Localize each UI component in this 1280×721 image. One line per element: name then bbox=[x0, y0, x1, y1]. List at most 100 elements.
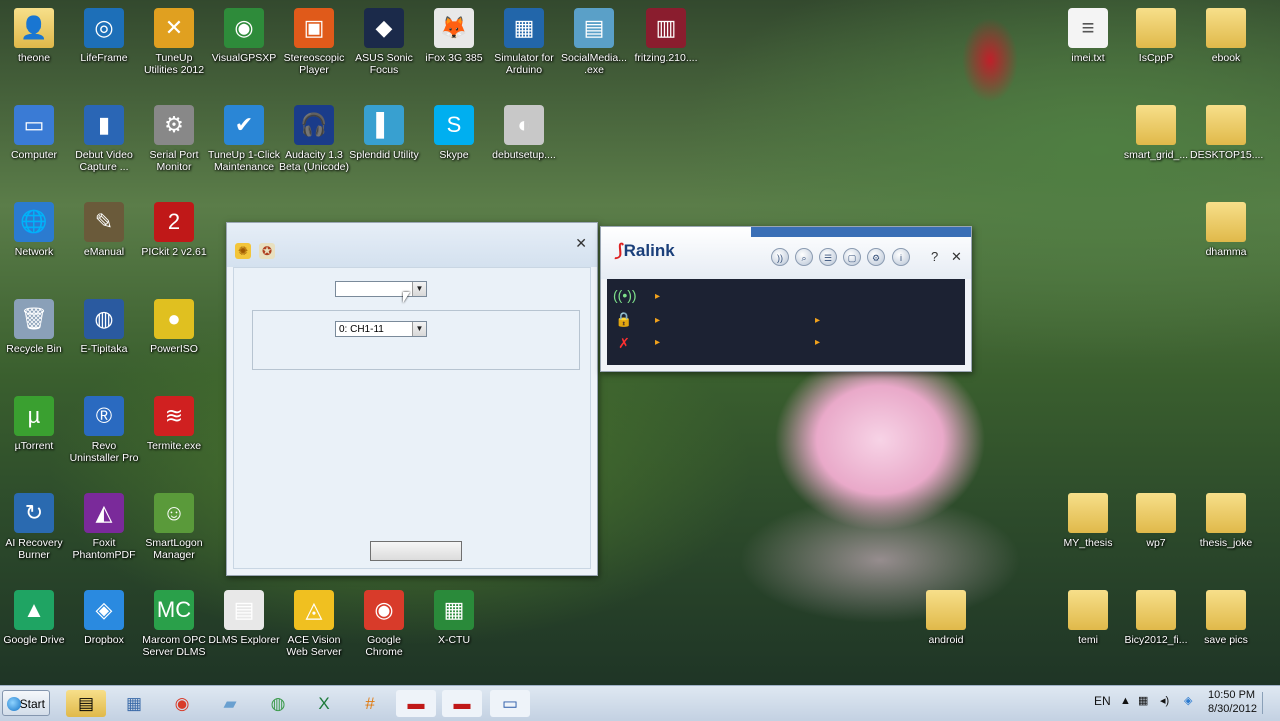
taskbar-app-icon[interactable]: ◍ bbox=[258, 690, 298, 717]
network-tray-icon[interactable]: ▦ bbox=[1138, 694, 1148, 707]
wizard-icon[interactable]: ✺ bbox=[235, 243, 251, 259]
desktop-icon[interactable]: ▲ Google Drive bbox=[0, 590, 70, 646]
top-combobox[interactable]: ▼ bbox=[335, 281, 427, 297]
desktop-icon[interactable]: ▌ Splendid Utility bbox=[348, 105, 420, 161]
clock-date[interactable]: 8/30/2012 bbox=[1208, 703, 1257, 715]
chevron-down-icon[interactable]: ▼ bbox=[412, 322, 426, 336]
desktop-icon[interactable]: ebook bbox=[1190, 8, 1262, 64]
desktop-icon[interactable]: 🦊 iFox 3G 385 bbox=[418, 8, 490, 64]
desktop-icon[interactable]: ↻ AI Recovery Burner bbox=[0, 493, 70, 561]
volume-icon[interactable]: ◂) bbox=[1160, 694, 1169, 707]
desktop-icon[interactable]: ◐ debutsetup.... bbox=[488, 105, 560, 161]
desktop-icon[interactable]: ☺ SmartLogon Manager bbox=[138, 493, 210, 561]
desktop-icon-label: Splendid Utility bbox=[349, 149, 419, 161]
taskbar-calculator-icon[interactable]: ▦ bbox=[114, 690, 154, 717]
desktop-icon[interactable]: ▮ Debut Video Capture ... bbox=[68, 105, 140, 173]
show-hidden-icons-icon[interactable]: ▲ bbox=[1120, 695, 1131, 707]
taskbar-toolbox-icon[interactable]: ▬ bbox=[442, 690, 482, 717]
ralink-header[interactable]: ⟆ Ralink )) ⌕ ☰ ▢ ⚙ i ? ✕ bbox=[601, 227, 971, 279]
desktop-icon-label: Google Drive bbox=[3, 634, 65, 646]
channel-combobox[interactable]: 0: CH1-11 ▼ bbox=[335, 321, 427, 337]
desktop-icon[interactable]: S Skype bbox=[418, 105, 490, 161]
desktop-icon[interactable]: ≡ imei.txt bbox=[1052, 8, 1124, 64]
desktop-icon-label: PowerISO bbox=[150, 343, 198, 355]
language-indicator[interactable]: EN bbox=[1094, 694, 1111, 708]
desktop-icon[interactable]: ✕ TuneUp Utilities 2012 bbox=[138, 8, 210, 76]
desktop-icon[interactable]: DESKTOP15.... bbox=[1190, 105, 1263, 161]
desktop-icon[interactable]: ● PowerISO bbox=[138, 299, 210, 355]
taskbar-folder-icon[interactable]: ▰ bbox=[210, 690, 250, 717]
taskbar-hash-icon[interactable]: # bbox=[350, 690, 390, 717]
desktop-icon[interactable]: 🗑 Recycle Bin bbox=[0, 299, 70, 355]
desktop-icon[interactable]: µ µTorrent bbox=[0, 396, 70, 452]
dialog-button[interactable] bbox=[370, 541, 462, 561]
desktop-icon[interactable]: ✎ eManual bbox=[68, 202, 140, 258]
desktop-icon[interactable]: IsCppP bbox=[1120, 8, 1192, 64]
taskbar-chrome-icon[interactable]: ◉ bbox=[162, 690, 202, 717]
desktop-icon[interactable]: ◭ Foxit PhantomPDF bbox=[68, 493, 140, 561]
taskbar-toolbox-icon[interactable]: ▬ bbox=[396, 690, 436, 717]
gear-icon[interactable]: ⚙ bbox=[867, 248, 885, 266]
desktop-icon[interactable]: MC Marcom OPC Server DLMS bbox=[138, 590, 210, 658]
desktop-icon[interactable]: ≋ Termite.exe bbox=[138, 396, 210, 452]
desktop-icon[interactable]: ▦ Simulator for Arduino bbox=[488, 8, 560, 76]
desktop-icon[interactable]: ▭ Computer bbox=[0, 105, 70, 161]
desktop-icon-label: Simulator for Arduino bbox=[494, 52, 554, 76]
desktop-icon[interactable]: ▤ SocialMedia... .exe bbox=[558, 8, 630, 76]
desktop-icon[interactable]: ◎ LifeFrame bbox=[68, 8, 140, 64]
desktop-icon[interactable]: ◉ Google Chrome bbox=[348, 590, 420, 658]
start-button[interactable]: Start bbox=[2, 690, 50, 716]
desktop-icon[interactable]: Bicy2012_fi... bbox=[1120, 590, 1192, 646]
desktop-icon[interactable]: ◈ Dropbox bbox=[68, 590, 140, 646]
dialog-close-icon[interactable]: ✕ bbox=[575, 235, 587, 252]
desktop-icon[interactable]: android bbox=[910, 590, 982, 646]
desktop-icon-label: fritzing.210.... bbox=[634, 52, 698, 64]
desktop-icon[interactable]: ® Revo Uninstaller Pro bbox=[68, 396, 140, 464]
tray-app-icon[interactable]: ◈ bbox=[1184, 694, 1192, 707]
desktop-icon[interactable]: wp7 bbox=[1120, 493, 1192, 549]
desktop-icon[interactable]: ▦ X-CTU bbox=[418, 590, 490, 646]
desktop-icon-label: Recycle Bin bbox=[6, 343, 62, 355]
taskbar-excel-icon[interactable]: X bbox=[304, 690, 344, 717]
desktop-icon[interactable]: ▤ DLMS Explorer bbox=[208, 590, 280, 646]
desktop-icon[interactable]: dhamma bbox=[1190, 202, 1262, 258]
desktop-icon[interactable]: 🌐 Network bbox=[0, 202, 70, 258]
start-label: Start bbox=[19, 697, 45, 711]
search-icon[interactable]: ⌕ bbox=[795, 248, 813, 266]
help-icon[interactable]: ? bbox=[931, 249, 938, 264]
desktop-icon[interactable]: temi bbox=[1052, 590, 1124, 646]
dialog-titlebar[interactable]: ✺ ✪ ✕ bbox=[227, 223, 597, 267]
taskbar-explorer-icon[interactable]: ▤ bbox=[66, 690, 106, 717]
desktop-icon-label: Skype bbox=[439, 149, 469, 161]
ralink-close-icon[interactable]: ✕ bbox=[951, 249, 962, 265]
desktop-icon[interactable]: MY_thesis bbox=[1052, 493, 1124, 549]
desktop-icon[interactable]: ◆ ASUS Sonic Focus bbox=[348, 8, 420, 76]
taskbar-window-icon[interactable]: ▭ bbox=[490, 690, 530, 717]
folder-icon bbox=[1206, 105, 1246, 145]
chevron-down-icon[interactable]: ▼ bbox=[412, 282, 426, 296]
window-icon[interactable]: ▢ bbox=[843, 248, 861, 266]
desktop-icon-label: smart_grid_... bbox=[1123, 149, 1189, 161]
desktop-icon[interactable]: ▣ Stereoscopic Player bbox=[278, 8, 350, 76]
rss-icon[interactable]: )) bbox=[771, 248, 789, 266]
desktop-icon[interactable]: 👤 theone bbox=[0, 8, 70, 64]
desktop-icon[interactable]: ▥ fritzing.210.... bbox=[630, 8, 702, 64]
desktop-icon[interactable]: thesis_joke bbox=[1190, 493, 1262, 549]
app-icon: 2 bbox=[154, 202, 194, 242]
desktop-icon[interactable]: ◍ E-Tipitaka bbox=[68, 299, 140, 355]
desktop-icon[interactable]: ◉ VisualGPSXP bbox=[208, 8, 280, 64]
clock-time[interactable]: 10:50 PM bbox=[1208, 689, 1255, 701]
desktop-icon[interactable]: 🎧 Audacity 1.3 Beta (Unicode) bbox=[278, 105, 350, 173]
list-icon[interactable]: ☰ bbox=[819, 248, 837, 266]
desktop-icon[interactable]: 2 PICkit 2 v2.61 bbox=[138, 202, 210, 258]
desktop-icon[interactable]: ⚙ Serial Port Monitor bbox=[138, 105, 210, 173]
show-desktop-button[interactable] bbox=[1262, 692, 1279, 714]
desktop-icon[interactable]: ✔ TuneUp 1-Click Maintenance bbox=[208, 105, 280, 173]
app-icon: ↻ bbox=[14, 493, 54, 533]
info-icon[interactable]: i bbox=[892, 248, 910, 266]
desktop-icon[interactable]: ◬ ACE Vision Web Server bbox=[278, 590, 350, 658]
certificate-icon[interactable]: ✪ bbox=[259, 243, 275, 259]
desktop-icon[interactable]: smart_grid_... bbox=[1120, 105, 1192, 161]
windows-orb-icon bbox=[7, 697, 21, 711]
desktop-icon[interactable]: save pics bbox=[1190, 590, 1262, 646]
